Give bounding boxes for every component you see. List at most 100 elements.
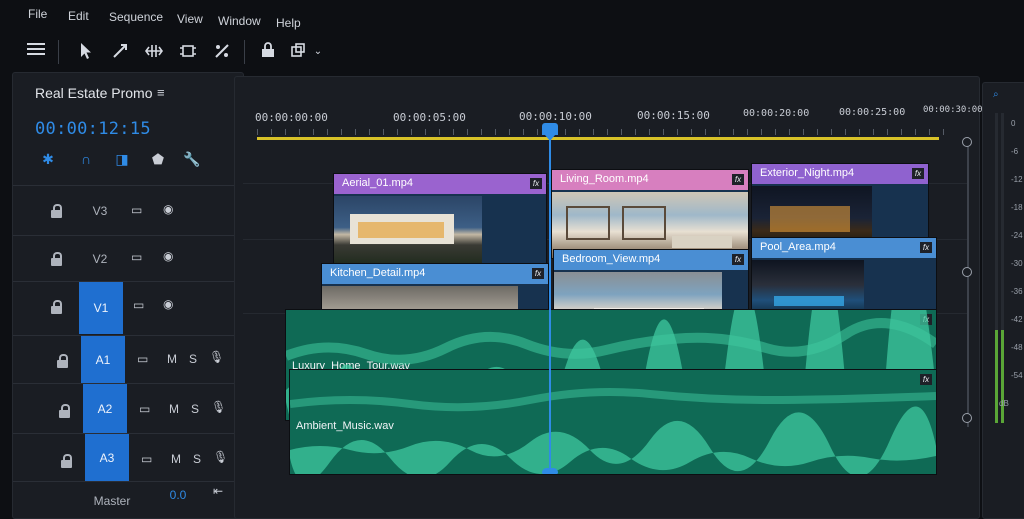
fx-badge[interactable]: fx	[530, 178, 542, 189]
timeline-panel: 00:00:00:00 00:00:05:00 00:00:10:00 00:0…	[234, 76, 983, 519]
time-ruler[interactable]	[257, 129, 957, 135]
selection-tool-icon[interactable]	[76, 42, 96, 62]
ruler-timecode: 00:00:05:00	[393, 111, 466, 124]
lock-icon[interactable]	[57, 354, 69, 368]
menu-bar: File Edit Sequence View Window Help	[0, 0, 1024, 30]
audio-meter-panel: ⌕ 0 -6 -12 -18 -24 -30 -36 -42 -48 -54 d…	[982, 82, 1024, 519]
track-select-icon[interactable]	[110, 42, 130, 62]
meter-zoom-icon[interactable]: ⌕	[993, 89, 999, 100]
scroll-handle[interactable]	[962, 267, 972, 277]
ruler-timecode: 00:00:10:00	[519, 110, 592, 123]
microphone-icon[interactable]: 🎙	[213, 450, 228, 464]
eye-icon[interactable]: ◉	[163, 202, 173, 216]
snap-icon[interactable]: ✱	[39, 151, 57, 168]
lock-icon[interactable]	[59, 404, 71, 418]
track-header-a2: A2 ▭ M S 🎙	[13, 383, 243, 434]
meter-scale-label: -48	[1011, 343, 1023, 352]
meter-level-fill	[1001, 330, 1004, 423]
menu-edit[interactable]: Edit	[68, 9, 89, 23]
linked-selection-icon[interactable]: ∩	[77, 151, 95, 167]
playhead-timecode[interactable]: 00:00:12:15	[35, 119, 151, 139]
solo-button[interactable]: S	[191, 402, 199, 416]
track-header-v3: V3 ▭ ◉	[13, 185, 243, 236]
ruler-timecode: 00:00:25:00	[839, 107, 906, 118]
menu-window[interactable]: Window	[218, 14, 261, 28]
clip-living-room[interactable]: Living_Room.mp4 fx	[551, 169, 749, 259]
meter-scale-label: -12	[1011, 175, 1023, 184]
eye-icon[interactable]: ◉	[163, 297, 173, 311]
lock-icon[interactable]	[51, 300, 63, 314]
audio-meter-right	[1001, 113, 1004, 423]
master-volume-value[interactable]: 0.0	[163, 488, 193, 502]
playhead[interactable]	[549, 129, 551, 472]
playhead-handle[interactable]	[542, 123, 558, 141]
sync-lock-icon[interactable]: ▭	[133, 298, 144, 312]
fx-badge[interactable]: fx	[732, 174, 744, 185]
fx-badge[interactable]: fx	[732, 254, 744, 265]
menu-view[interactable]: View	[177, 12, 203, 26]
track-header-a1: A1 ▭ M S 🎙	[13, 335, 243, 384]
eye-icon[interactable]: ◉	[163, 249, 173, 263]
mute-button[interactable]: M	[171, 452, 181, 466]
lock-icon[interactable]	[51, 204, 63, 218]
track-target-a1[interactable]: A1	[81, 336, 125, 384]
menu-sequence[interactable]: Sequence	[109, 10, 163, 24]
microphone-icon[interactable]: 🎙	[211, 400, 226, 414]
fx-badge[interactable]: fx	[920, 242, 932, 253]
solo-button[interactable]: S	[193, 452, 201, 466]
track-target-v1[interactable]: V1	[79, 282, 123, 334]
add-marker-icon[interactable]: ◨	[113, 151, 131, 168]
go-to-output-icon[interactable]: ⇤	[213, 484, 223, 498]
hamburger-menu-icon[interactable]	[26, 42, 46, 62]
sequence-title[interactable]: Real Estate Promo	[35, 85, 153, 101]
lock-icon[interactable]	[51, 252, 63, 266]
fx-badge[interactable]: fx	[912, 168, 924, 179]
track-header-a3: A3 ▭ M S 🎙	[13, 433, 243, 482]
settings-wrench-icon[interactable]: 🔧	[183, 151, 201, 168]
track-header-panel: Real Estate Promo ≡ 00:00:12:15 ✱ ∩ ◨ ⬟ …	[12, 72, 244, 519]
vertical-zoom-scrollbar[interactable]	[967, 137, 969, 427]
clip-label: Aerial_01.mp4	[334, 174, 546, 194]
clip-thumbnail-aerial	[334, 196, 482, 266]
sync-lock-icon[interactable]: ▭	[139, 402, 150, 416]
meter-scale-label: 0	[1011, 119, 1016, 128]
ruler-timecode: 00:00:30:00	[923, 105, 983, 115]
track-target-a2[interactable]: A2	[83, 384, 127, 434]
slip-tool-icon[interactable]	[178, 42, 198, 62]
meter-scale-label: -42	[1011, 315, 1023, 324]
marker-icon[interactable]: ⬟	[149, 151, 167, 168]
lock-icon[interactable]	[258, 42, 278, 62]
work-area-bar[interactable]	[257, 137, 939, 140]
sequence-menu-icon[interactable]: ≡	[157, 85, 165, 100]
clip-aerial[interactable]: Aerial_01.mp4 fx	[333, 173, 547, 267]
audio-meter-left	[995, 113, 998, 423]
razor-tool-icon[interactable]	[212, 42, 232, 62]
audio-clip-ambient-music[interactable]: Ambient_Music.wav fx	[289, 369, 937, 475]
master-label: Master	[93, 494, 131, 508]
chevron-down-icon[interactable]: ⌄	[308, 42, 328, 62]
track-name: V2	[92, 252, 108, 266]
menu-help[interactable]: Help	[276, 16, 301, 30]
ruler-timecode: 00:00:15:00	[637, 109, 710, 122]
meter-scale-label: -30	[1011, 259, 1023, 268]
sync-lock-icon[interactable]: ▭	[137, 352, 148, 366]
sync-lock-icon[interactable]: ▭	[131, 203, 142, 217]
audio-waveform	[290, 388, 936, 474]
fx-badge[interactable]: fx	[532, 268, 544, 279]
ripple-edit-icon[interactable]	[144, 42, 164, 62]
menu-file[interactable]: File	[28, 7, 47, 21]
track-header-v2: V2 ▭ ◉	[13, 235, 243, 282]
clip-label: Living_Room.mp4	[552, 170, 748, 190]
mute-button[interactable]: M	[167, 352, 177, 366]
sync-lock-icon[interactable]: ▭	[141, 452, 152, 466]
scroll-handle[interactable]	[962, 137, 972, 147]
solo-button[interactable]: S	[189, 352, 197, 366]
track-target-a3[interactable]: A3	[85, 434, 129, 482]
mute-button[interactable]: M	[169, 402, 179, 416]
sync-lock-icon[interactable]: ▭	[131, 250, 142, 264]
microphone-icon[interactable]: 🎙	[209, 350, 224, 364]
lock-icon[interactable]	[61, 454, 73, 468]
multi-icon[interactable]	[288, 42, 308, 62]
scroll-handle[interactable]	[962, 413, 972, 423]
meter-scale-label: -18	[1011, 203, 1023, 212]
